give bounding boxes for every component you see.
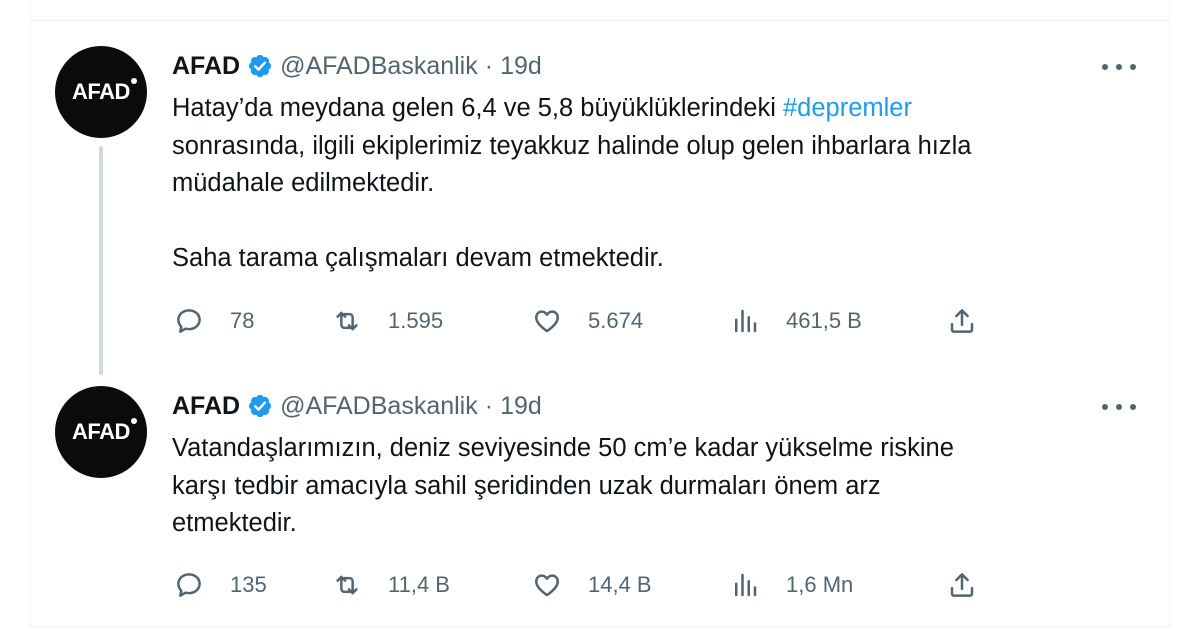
hashtag-link[interactable]: #depremler bbox=[783, 94, 912, 122]
reply-icon bbox=[177, 309, 201, 333]
share-button[interactable] bbox=[947, 304, 977, 338]
views-button[interactable]: 1,6 Mn bbox=[730, 568, 853, 602]
avatar[interactable]: AFAD bbox=[55, 46, 147, 138]
views-icon bbox=[735, 309, 757, 333]
views-button[interactable]: 461,5 B bbox=[730, 304, 862, 338]
views-count: 461,5 B bbox=[786, 308, 862, 333]
tweet-text-part: sonrasında, ilgili ekiplerimiz teyakkuz … bbox=[172, 131, 972, 273]
display-name[interactable]: AFAD bbox=[172, 392, 240, 421]
like-button[interactable]: 14,4 B bbox=[532, 568, 652, 602]
views-icon bbox=[735, 573, 757, 597]
verified-badge-icon[interactable] bbox=[247, 53, 273, 79]
tweet-actions: 135 11,4 B 14,4 B 1,6 Mn bbox=[172, 568, 992, 602]
retweet-button[interactable]: 1.595 bbox=[332, 304, 443, 338]
thread-connector-line bbox=[99, 146, 103, 375]
views-count: 1,6 Mn bbox=[786, 572, 854, 597]
share-icon bbox=[950, 309, 974, 333]
more-icon[interactable] bbox=[1102, 402, 1136, 412]
tweet-actions: 78 1.595 5.674 461,5 B bbox=[172, 304, 992, 338]
avatar-logo-text: AFAD bbox=[72, 79, 130, 104]
tweet-text-part: Hatay’da meydana gelen 6,4 ve 5,8 büyükl… bbox=[172, 94, 783, 122]
tweet-header: AFAD @AFADBaskanlik · 19d bbox=[172, 50, 542, 82]
retweet-count: 11,4 B bbox=[388, 572, 450, 597]
avatar-logo-text: AFAD bbox=[72, 419, 130, 444]
share-icon bbox=[950, 573, 974, 597]
display-name[interactable]: AFAD bbox=[172, 52, 240, 81]
retweet-icon bbox=[336, 311, 358, 331]
afad-logo: AFAD bbox=[72, 418, 137, 445]
reply-button[interactable]: 78 bbox=[174, 304, 254, 338]
tweet-text: Vatandaşlarımızın, deniz seviyesinde 50 … bbox=[172, 430, 1132, 543]
divider-bottom bbox=[30, 626, 1170, 627]
reply-icon bbox=[177, 573, 201, 597]
more-icon[interactable] bbox=[1102, 62, 1136, 72]
avatar[interactable]: AFAD bbox=[55, 386, 147, 478]
retweet-count: 1.595 bbox=[388, 308, 444, 333]
like-count: 5.674 bbox=[588, 308, 644, 333]
tweet-text-part: Vatandaşlarımızın, deniz seviyesinde 50 … bbox=[172, 434, 954, 537]
divider-top bbox=[30, 20, 1170, 21]
separator-dot: · bbox=[484, 51, 494, 80]
separator-dot: · bbox=[484, 391, 494, 420]
handle[interactable]: @AFADBaskanlik bbox=[280, 52, 478, 81]
afad-logo: AFAD bbox=[72, 78, 137, 105]
verified-badge-icon[interactable] bbox=[247, 393, 273, 419]
reply-count: 135 bbox=[230, 572, 267, 597]
share-button[interactable] bbox=[947, 568, 977, 602]
like-icon bbox=[535, 574, 559, 597]
like-button[interactable]: 5.674 bbox=[532, 304, 643, 338]
like-icon bbox=[535, 310, 559, 333]
reply-button[interactable]: 135 bbox=[174, 568, 267, 602]
tweet-text: Hatay’da meydana gelen 6,4 ve 5,8 büyükl… bbox=[172, 90, 1132, 278]
like-count: 14,4 B bbox=[588, 572, 652, 597]
handle[interactable]: @AFADBaskanlik bbox=[280, 392, 478, 421]
tweet-header: AFAD @AFADBaskanlik · 19d bbox=[172, 390, 542, 422]
timestamp[interactable]: 19d bbox=[500, 52, 542, 81]
retweet-icon bbox=[336, 575, 358, 595]
retweet-button[interactable]: 11,4 B bbox=[332, 568, 450, 602]
timestamp[interactable]: 19d bbox=[500, 392, 542, 421]
reply-count: 78 bbox=[230, 308, 255, 333]
